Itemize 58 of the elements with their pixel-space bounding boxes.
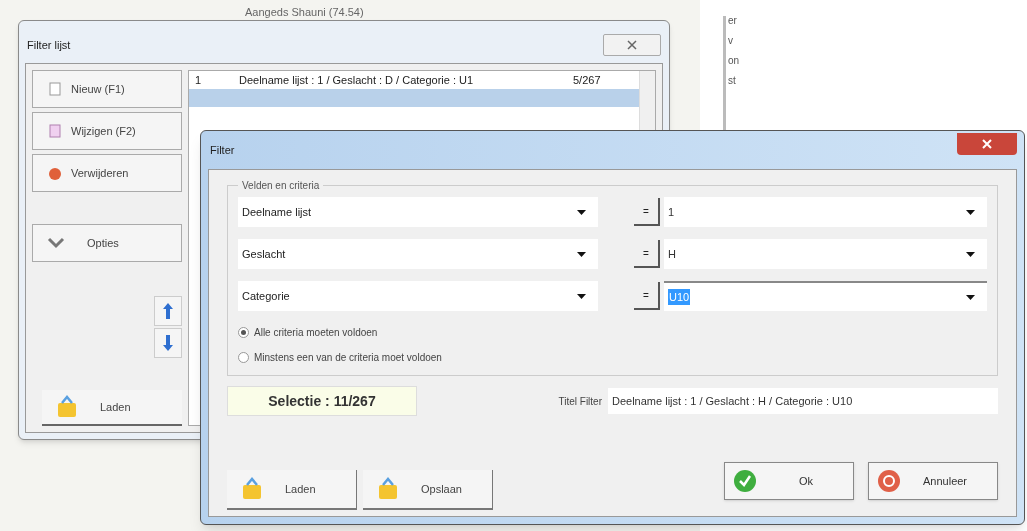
dropdown-arrow-icon — [966, 294, 975, 300]
field-dropdown[interactable]: Geslacht — [238, 239, 598, 269]
selection-count: Selectie : 11/267 — [227, 386, 417, 416]
check-icon — [733, 469, 757, 493]
background-text: er — [728, 16, 738, 26]
close-button[interactable] — [603, 34, 661, 56]
folder-icon — [377, 477, 399, 501]
dialog-button[interactable]: Ok — [724, 462, 854, 500]
document-icon — [47, 81, 63, 97]
background-text: st — [728, 76, 737, 86]
field-dropdown[interactable]: Categorie — [238, 281, 598, 311]
arrow-up-icon — [163, 303, 173, 319]
dialog-button[interactable]: Annuleer — [868, 462, 998, 500]
folder-icon — [56, 395, 78, 419]
value-dropdown[interactable]: H — [664, 239, 987, 269]
title-filter-field[interactable]: Deelname lijst : 1 / Geslacht : H / Categorie : U10 — [608, 388, 998, 414]
dropdown-arrow-icon — [577, 251, 586, 257]
load-button[interactable]: Laden — [42, 390, 182, 426]
delete-icon — [47, 165, 63, 181]
cancel-icon — [877, 469, 901, 493]
document-icon — [47, 123, 63, 139]
side-button[interactable]: Wijzigen (F2) — [32, 112, 182, 150]
group-title: Velden en criteria — [241, 179, 321, 193]
dropdown-arrow-icon — [966, 251, 975, 257]
background-heading: Aangeds Shauni (74.54) — [245, 5, 364, 20]
title-filter-label: Titel Filter — [558, 394, 602, 409]
dropdown-arrow-icon — [966, 209, 975, 215]
background-text: v — [728, 36, 734, 46]
operator-button[interactable]: = — [634, 282, 660, 310]
move-down-button[interactable] — [154, 328, 182, 358]
row-count: 5/267 — [573, 72, 601, 88]
dialog-title: Filter — [209, 142, 235, 158]
radio-button[interactable] — [238, 352, 249, 363]
dropdown-arrow-icon — [577, 293, 586, 299]
dialog-button[interactable]: Opslaan — [363, 470, 493, 510]
value-dropdown[interactable]: 1 — [664, 197, 987, 227]
dialog-button[interactable]: Laden — [227, 470, 357, 510]
operator-button[interactable]: = — [634, 240, 660, 268]
radio-label: Alle criteria moeten voldoen — [254, 326, 378, 340]
background-text: on — [728, 56, 740, 66]
radio-label: Minstens een van de criteria moet voldoen — [254, 351, 442, 365]
chevron-down-icon — [47, 237, 65, 249]
side-button[interactable]: Opties — [32, 224, 182, 262]
side-button[interactable]: Nieuw (F1) — [32, 70, 182, 108]
row-description: Deelname lijst : 1 / Geslacht : D / Categorie : U1 — [239, 72, 475, 88]
side-button[interactable]: Verwijderen — [32, 154, 182, 192]
dropdown-arrow-icon — [577, 209, 586, 215]
close-button[interactable] — [957, 133, 1017, 155]
radio-button[interactable] — [238, 327, 249, 338]
window-title: Filter lijst — [27, 37, 71, 53]
row-number: 1 — [195, 72, 203, 88]
operator-button[interactable]: = — [634, 198, 660, 226]
arrow-down-icon — [163, 335, 173, 351]
move-up-button[interactable] — [154, 296, 182, 326]
close-icon — [982, 139, 992, 149]
field-dropdown[interactable]: Deelname lijst — [238, 197, 598, 227]
folder-icon — [241, 477, 263, 501]
close-icon — [627, 40, 637, 50]
